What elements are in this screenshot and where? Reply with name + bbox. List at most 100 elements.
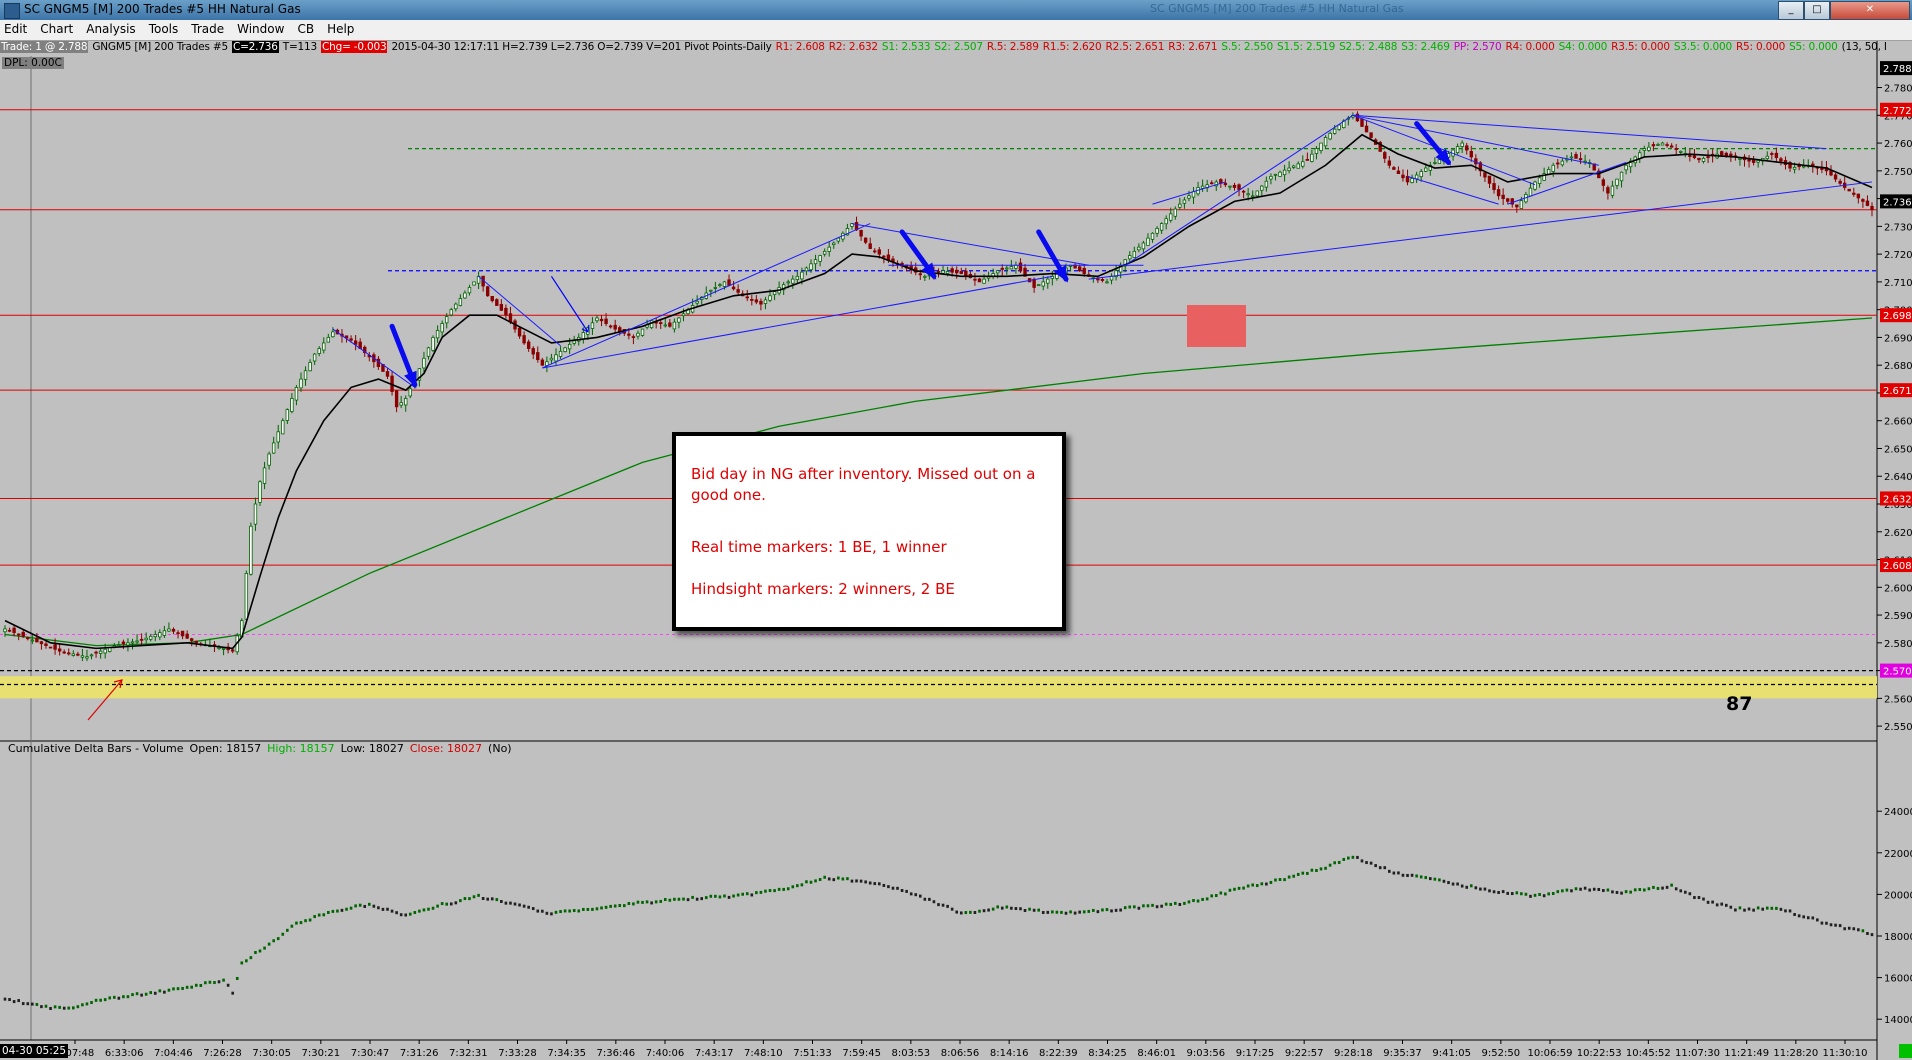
delta-bar xyxy=(736,893,740,897)
pivot-value: R2: 2.632 xyxy=(828,41,878,53)
candle-body xyxy=(731,286,736,290)
delta-bar xyxy=(1825,921,1828,925)
delta-bar xyxy=(1633,888,1637,892)
candle-body xyxy=(768,295,772,301)
delta-bar xyxy=(550,912,553,916)
lower-close: Close: 18027 xyxy=(409,742,483,755)
delta-bar xyxy=(1142,904,1145,908)
delta-bar xyxy=(176,987,180,991)
candle-body xyxy=(672,321,677,330)
candle-body xyxy=(886,254,891,261)
delta-bar xyxy=(1857,928,1860,932)
candle-body xyxy=(71,653,76,656)
candle-body xyxy=(832,242,836,245)
candle-body xyxy=(285,409,290,421)
candle-body xyxy=(1082,268,1086,274)
candle-body xyxy=(495,299,499,306)
delta-bar xyxy=(1506,891,1510,895)
candle-body xyxy=(126,642,130,646)
candle-body xyxy=(1319,142,1323,152)
delta-bar xyxy=(190,985,193,989)
delta-bar xyxy=(723,894,726,898)
delta-bar xyxy=(777,887,781,891)
delta-bar xyxy=(126,995,130,999)
candle-body xyxy=(1560,160,1565,166)
delta-bar xyxy=(1574,887,1578,891)
candle-body xyxy=(185,633,189,639)
annotation-note[interactable]: Bid day in NG after inventory. Missed ou… xyxy=(672,432,1066,631)
delta-bar xyxy=(1433,877,1437,881)
delta-bar xyxy=(85,1002,89,1006)
candle-body xyxy=(590,322,595,329)
candle-body xyxy=(1246,193,1250,196)
delta-bar xyxy=(427,907,430,911)
candle-body xyxy=(271,442,276,454)
menu-help[interactable]: Help xyxy=(323,20,363,36)
delta-bar xyxy=(153,991,157,995)
delta-bar xyxy=(932,900,936,904)
delta-bar xyxy=(991,907,995,911)
candle-body xyxy=(504,307,508,316)
delta-bar xyxy=(1392,871,1396,875)
menu-edit[interactable]: Edit xyxy=(0,20,36,36)
candle-body xyxy=(1578,158,1583,161)
time-tick-label: 11:30:10 xyxy=(1823,1048,1868,1059)
delta-bar xyxy=(973,910,977,914)
delta-bar xyxy=(1556,890,1560,894)
delta-bar xyxy=(686,898,690,902)
pivot-value: R2.5: 2.651 xyxy=(1105,41,1165,53)
delta-bar xyxy=(914,893,918,897)
delta-tick-label: 20000 xyxy=(1884,890,1912,901)
candle-body xyxy=(1369,132,1373,138)
delta-bar xyxy=(295,921,298,925)
menu-window[interactable]: Window xyxy=(233,20,293,36)
delta-bar xyxy=(58,1005,61,1009)
delta-bar xyxy=(21,1002,25,1006)
candle-body xyxy=(44,643,48,647)
delta-bar xyxy=(1424,876,1428,880)
minimize-button[interactable]: _ xyxy=(1778,1,1804,20)
delta-bar xyxy=(231,991,234,995)
candle-body xyxy=(1870,206,1874,211)
price-label: 2.632 xyxy=(1883,494,1912,505)
candle-body xyxy=(1146,237,1150,246)
delta-bar xyxy=(1173,901,1177,905)
delta-bar xyxy=(1119,908,1122,912)
menu-tools[interactable]: Tools xyxy=(145,20,188,36)
pivot-value: S1.5: 2.519 xyxy=(1276,41,1336,53)
candle-body xyxy=(1756,160,1760,163)
delta-bar xyxy=(1224,892,1227,896)
time-tick-label: 9:28:18 xyxy=(1334,1048,1373,1059)
marker-number: 87 xyxy=(1726,693,1753,715)
price-tick-label: 2.600 xyxy=(1884,583,1912,594)
menu-cb[interactable]: CB xyxy=(293,20,323,36)
candle-body xyxy=(244,573,249,620)
maximize-button[interactable]: □ xyxy=(1804,1,1830,20)
delta-bar xyxy=(868,881,872,885)
delta-tick-label: 22000 xyxy=(1884,849,1912,860)
delta-bar xyxy=(1551,892,1555,896)
candle-body xyxy=(1164,218,1168,225)
candle-body xyxy=(1856,193,1861,199)
delta-bar xyxy=(1101,908,1104,912)
candle-body xyxy=(1210,182,1214,185)
candle-body xyxy=(135,640,139,643)
delta-bar xyxy=(1724,903,1728,907)
candle-body xyxy=(89,654,94,657)
menu-trade[interactable]: Trade xyxy=(187,20,233,36)
delta-bar xyxy=(859,879,863,883)
menu-analysis[interactable]: Analysis xyxy=(82,20,144,36)
menu-chart[interactable]: Chart xyxy=(36,20,82,36)
time-tick-label: 8:06:56 xyxy=(941,1048,980,1059)
candle-body xyxy=(1241,190,1246,193)
delta-bar xyxy=(1114,908,1118,912)
delta-bar xyxy=(536,909,540,913)
delta-bar xyxy=(891,886,895,890)
candle-body xyxy=(48,646,53,649)
delta-bar xyxy=(509,901,512,905)
candle-body xyxy=(1036,284,1041,287)
close-button[interactable]: ✕ xyxy=(1830,1,1910,20)
menu-bar: Edit Chart Analysis Tools Trade Window CB Help xyxy=(0,20,1912,41)
candle-body xyxy=(558,350,563,357)
candle-body xyxy=(1264,180,1269,188)
